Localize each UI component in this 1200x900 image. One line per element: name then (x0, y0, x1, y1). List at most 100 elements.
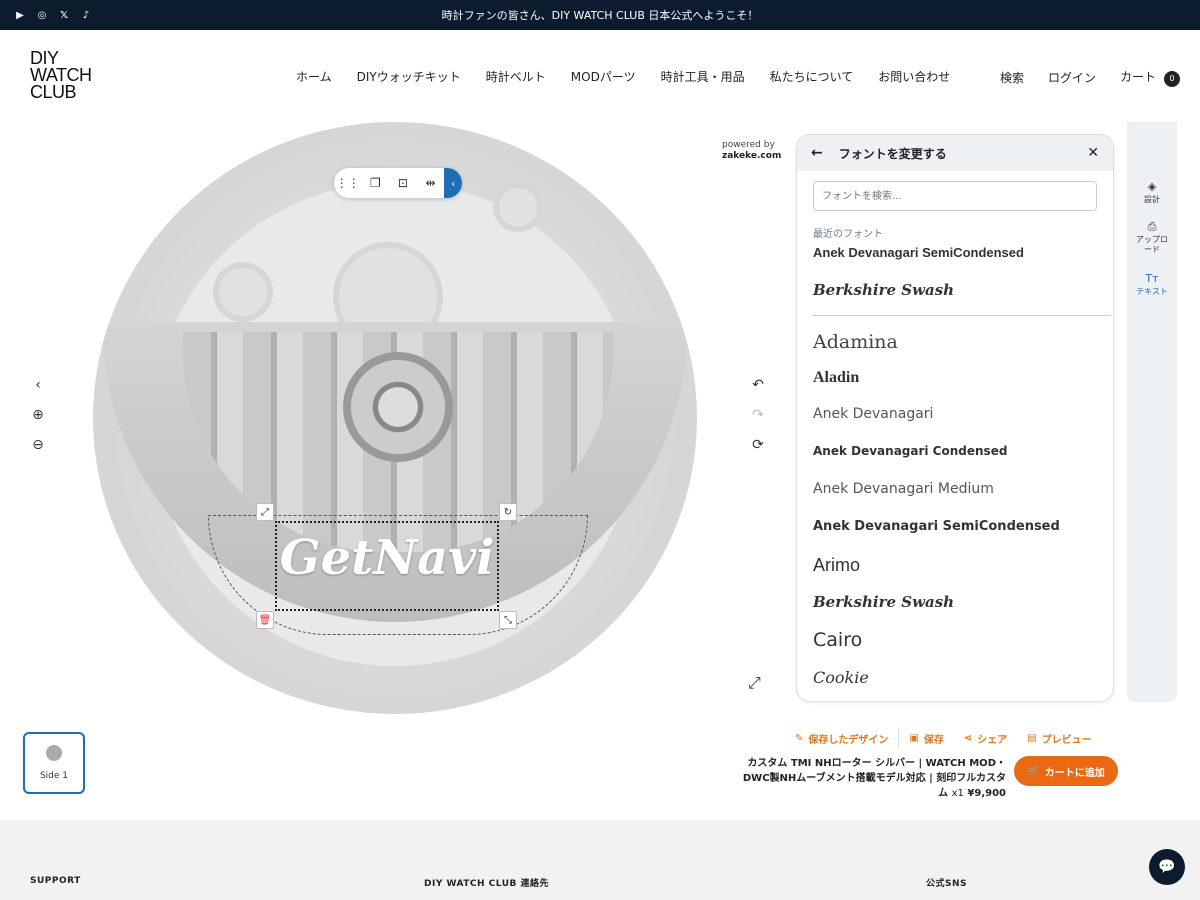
rotor-hub (343, 352, 453, 462)
font-option[interactable]: Anek Devanagari Condensed (813, 444, 1007, 458)
share-icon: ⋖ (963, 732, 973, 744)
announcement-bar: ▶ ◎ 𝕏 ♪ 時計ファンの皆さん、DIY WATCH CLUB 日本公式へよう… (0, 0, 1200, 30)
nav-belt[interactable]: 時計ベルト (486, 68, 546, 85)
login-link[interactable]: ログイン (1048, 69, 1096, 86)
preview-button[interactable]: ▤ プレビュー (1017, 731, 1101, 746)
rail-upload-label: アップロード (1136, 235, 1168, 254)
saved-designs-icon: ✎ (795, 732, 804, 744)
rotate-icon[interactable]: ↻ (499, 503, 517, 521)
search-link[interactable]: 検索 (1000, 69, 1024, 86)
footer-support: SUPPORT (30, 876, 81, 886)
saved-designs-button[interactable]: ✎ 保存したデザイン (785, 731, 898, 746)
logo-line-3: CLUB (30, 82, 77, 102)
cart-label: カート (1120, 70, 1157, 84)
design-text[interactable]: GetNavi (275, 530, 499, 586)
cart-count-badge: 0 (1164, 70, 1181, 87)
preview-icon: ▤ (1027, 732, 1037, 744)
rail-text-label: テキスト (1136, 287, 1168, 296)
save-label: 保存 (923, 734, 944, 746)
side-label: Side 1 (39, 771, 69, 781)
side-selector[interactable]: Side 1 (23, 732, 85, 794)
font-option[interactable]: Anek Devanagari Medium (813, 481, 994, 497)
back-arrow-icon[interactable]: ← (811, 145, 823, 161)
scale-handle-icon[interactable]: ⤡ (499, 611, 517, 629)
font-option[interactable]: Arimo (813, 555, 860, 576)
side-thumbnail (46, 745, 62, 761)
recent-fonts-label: 最近のフォント (813, 229, 883, 240)
font-option[interactable]: Cairo (813, 629, 862, 651)
gear-decoration (213, 262, 273, 322)
tiktok-icon[interactable]: ♪ (80, 9, 92, 21)
font-option[interactable]: Berkshire Swash (813, 281, 954, 299)
site-header: DIY WATCH CLUB ホーム DIYウォッチキット 時計ベルト MODパ… (0, 30, 1200, 122)
drag-handle-icon[interactable]: ⋮⋮ (334, 176, 362, 190)
layers-icon: ◈ (1147, 180, 1157, 193)
powered-by-line1: powered by (722, 140, 775, 150)
center-icon[interactable]: ⊡ (389, 176, 417, 190)
item-toolbar: ⋮⋮ ❐ ⊡ ⇹ ‹ (334, 168, 462, 198)
tool-rail: ◈ 設計 ⎙ アップロード Tт テキスト (1127, 122, 1177, 702)
customizer: ‹ ⊕ ⊖ ↶ ↷ ⟳ ⋮⋮ ❐ ⊡ ⇹ ‹ powered by zakeke… (0, 122, 1200, 820)
font-option[interactable]: Aladin (813, 369, 859, 387)
add-to-cart-button[interactable]: 🛒 カートに追加 (1014, 756, 1118, 786)
x-icon[interactable]: 𝕏 (58, 9, 70, 21)
share-button[interactable]: ⋖ シェア (954, 731, 1017, 746)
nav-contact[interactable]: お問い合わせ (878, 68, 950, 85)
footer-sns: 公式SNS (926, 879, 967, 889)
design-actions: ✎ 保存したデザイン ▣ 保存 ⋖ シェア ▤ プレビュー (785, 728, 1102, 748)
site-logo[interactable]: DIY WATCH CLUB (30, 49, 110, 102)
powered-by-line2: zakeke.com (722, 151, 782, 161)
rail-text[interactable]: Tт テキスト (1127, 272, 1177, 297)
product-price: ¥9,900 (967, 788, 1006, 799)
cart-link[interactable]: カート 0 (1120, 68, 1181, 87)
font-option[interactable]: Cookie (813, 668, 869, 687)
redo-icon: ↷ (752, 407, 764, 423)
font-option[interactable]: Anek Devanagari (813, 406, 933, 422)
duplicate-icon[interactable]: ❐ (362, 176, 390, 190)
font-panel-title: フォントを変更する (838, 146, 947, 161)
save-icon: ▣ (909, 732, 919, 744)
fullscreen-icon[interactable]: ⤢ (748, 673, 761, 693)
close-icon[interactable]: ✕ (1087, 145, 1099, 161)
zoom-out-icon[interactable]: ⊖ (28, 435, 48, 455)
add-to-cart-label: カートに追加 (1044, 767, 1105, 779)
font-panel: ← フォントを変更する ✕ 最近のフォント Anek Devanagari Se… (796, 134, 1114, 702)
reset-icon[interactable]: ⟳ (748, 435, 768, 455)
main-nav: ホーム DIYウォッチキット 時計ベルト MODパーツ 時計工具・用品 私たちに… (296, 68, 950, 85)
chat-icon[interactable]: 💬 (1149, 849, 1185, 885)
font-search-input[interactable] (813, 181, 1097, 211)
font-option[interactable]: Adamina (813, 331, 898, 353)
preview-label: プレビュー (1041, 734, 1092, 746)
undo-icon[interactable]: ↶ (748, 375, 768, 395)
footer-contact: DIY WATCH CLUB 連絡先 (424, 879, 549, 889)
product-qty: x1 (951, 788, 964, 799)
rail-upload[interactable]: ⎙ アップロード (1127, 220, 1177, 255)
back-icon[interactable]: ‹ (28, 375, 48, 395)
resize-fit-icon[interactable]: ⤢ (256, 503, 274, 521)
youtube-icon[interactable]: ▶ (14, 9, 26, 21)
product-summary: カスタム TMI NHローター シルバー | WATCH MOD・DWC製NHム… (740, 756, 1006, 801)
text-icon: Tт (1145, 272, 1159, 285)
delete-icon[interactable]: 🗑 (256, 611, 274, 629)
font-option[interactable]: Berkshire Swash (813, 593, 954, 611)
share-label: シェア (977, 734, 1008, 746)
nav-about[interactable]: 私たちについて (770, 68, 854, 85)
announcement-text: 時計ファンの皆さん、DIY WATCH CLUB 日本公式へようこそ！ (441, 9, 759, 22)
upload-icon: ⎙ (1147, 220, 1157, 233)
site-footer: SUPPORT DIY WATCH CLUB 連絡先 公式SNS (0, 820, 1200, 900)
font-option[interactable]: Anek Devanagari SemiCondensed (813, 245, 1024, 260)
header-actions: 検索 ログイン カート 0 (1000, 68, 1181, 87)
font-panel-header: ← フォントを変更する ✕ (797, 135, 1113, 171)
nav-tools[interactable]: 時計工具・用品 (661, 68, 745, 85)
nav-home[interactable]: ホーム (296, 68, 332, 85)
instagram-icon[interactable]: ◎ (36, 9, 48, 21)
social-links: ▶ ◎ 𝕏 ♪ (14, 0, 92, 30)
flip-icon[interactable]: ⇹ (417, 176, 445, 190)
nav-diy-kit[interactable]: DIYウォッチキット (357, 68, 461, 85)
save-button[interactable]: ▣ 保存 (899, 731, 953, 746)
rail-design[interactable]: ◈ 設計 (1127, 180, 1177, 205)
powered-by[interactable]: powered by zakeke.com (722, 140, 781, 162)
font-option[interactable]: Anek Devanagari SemiCondensed (813, 519, 1060, 534)
nav-mod-parts[interactable]: MODパーツ (571, 68, 636, 85)
zoom-in-icon[interactable]: ⊕ (28, 405, 48, 425)
